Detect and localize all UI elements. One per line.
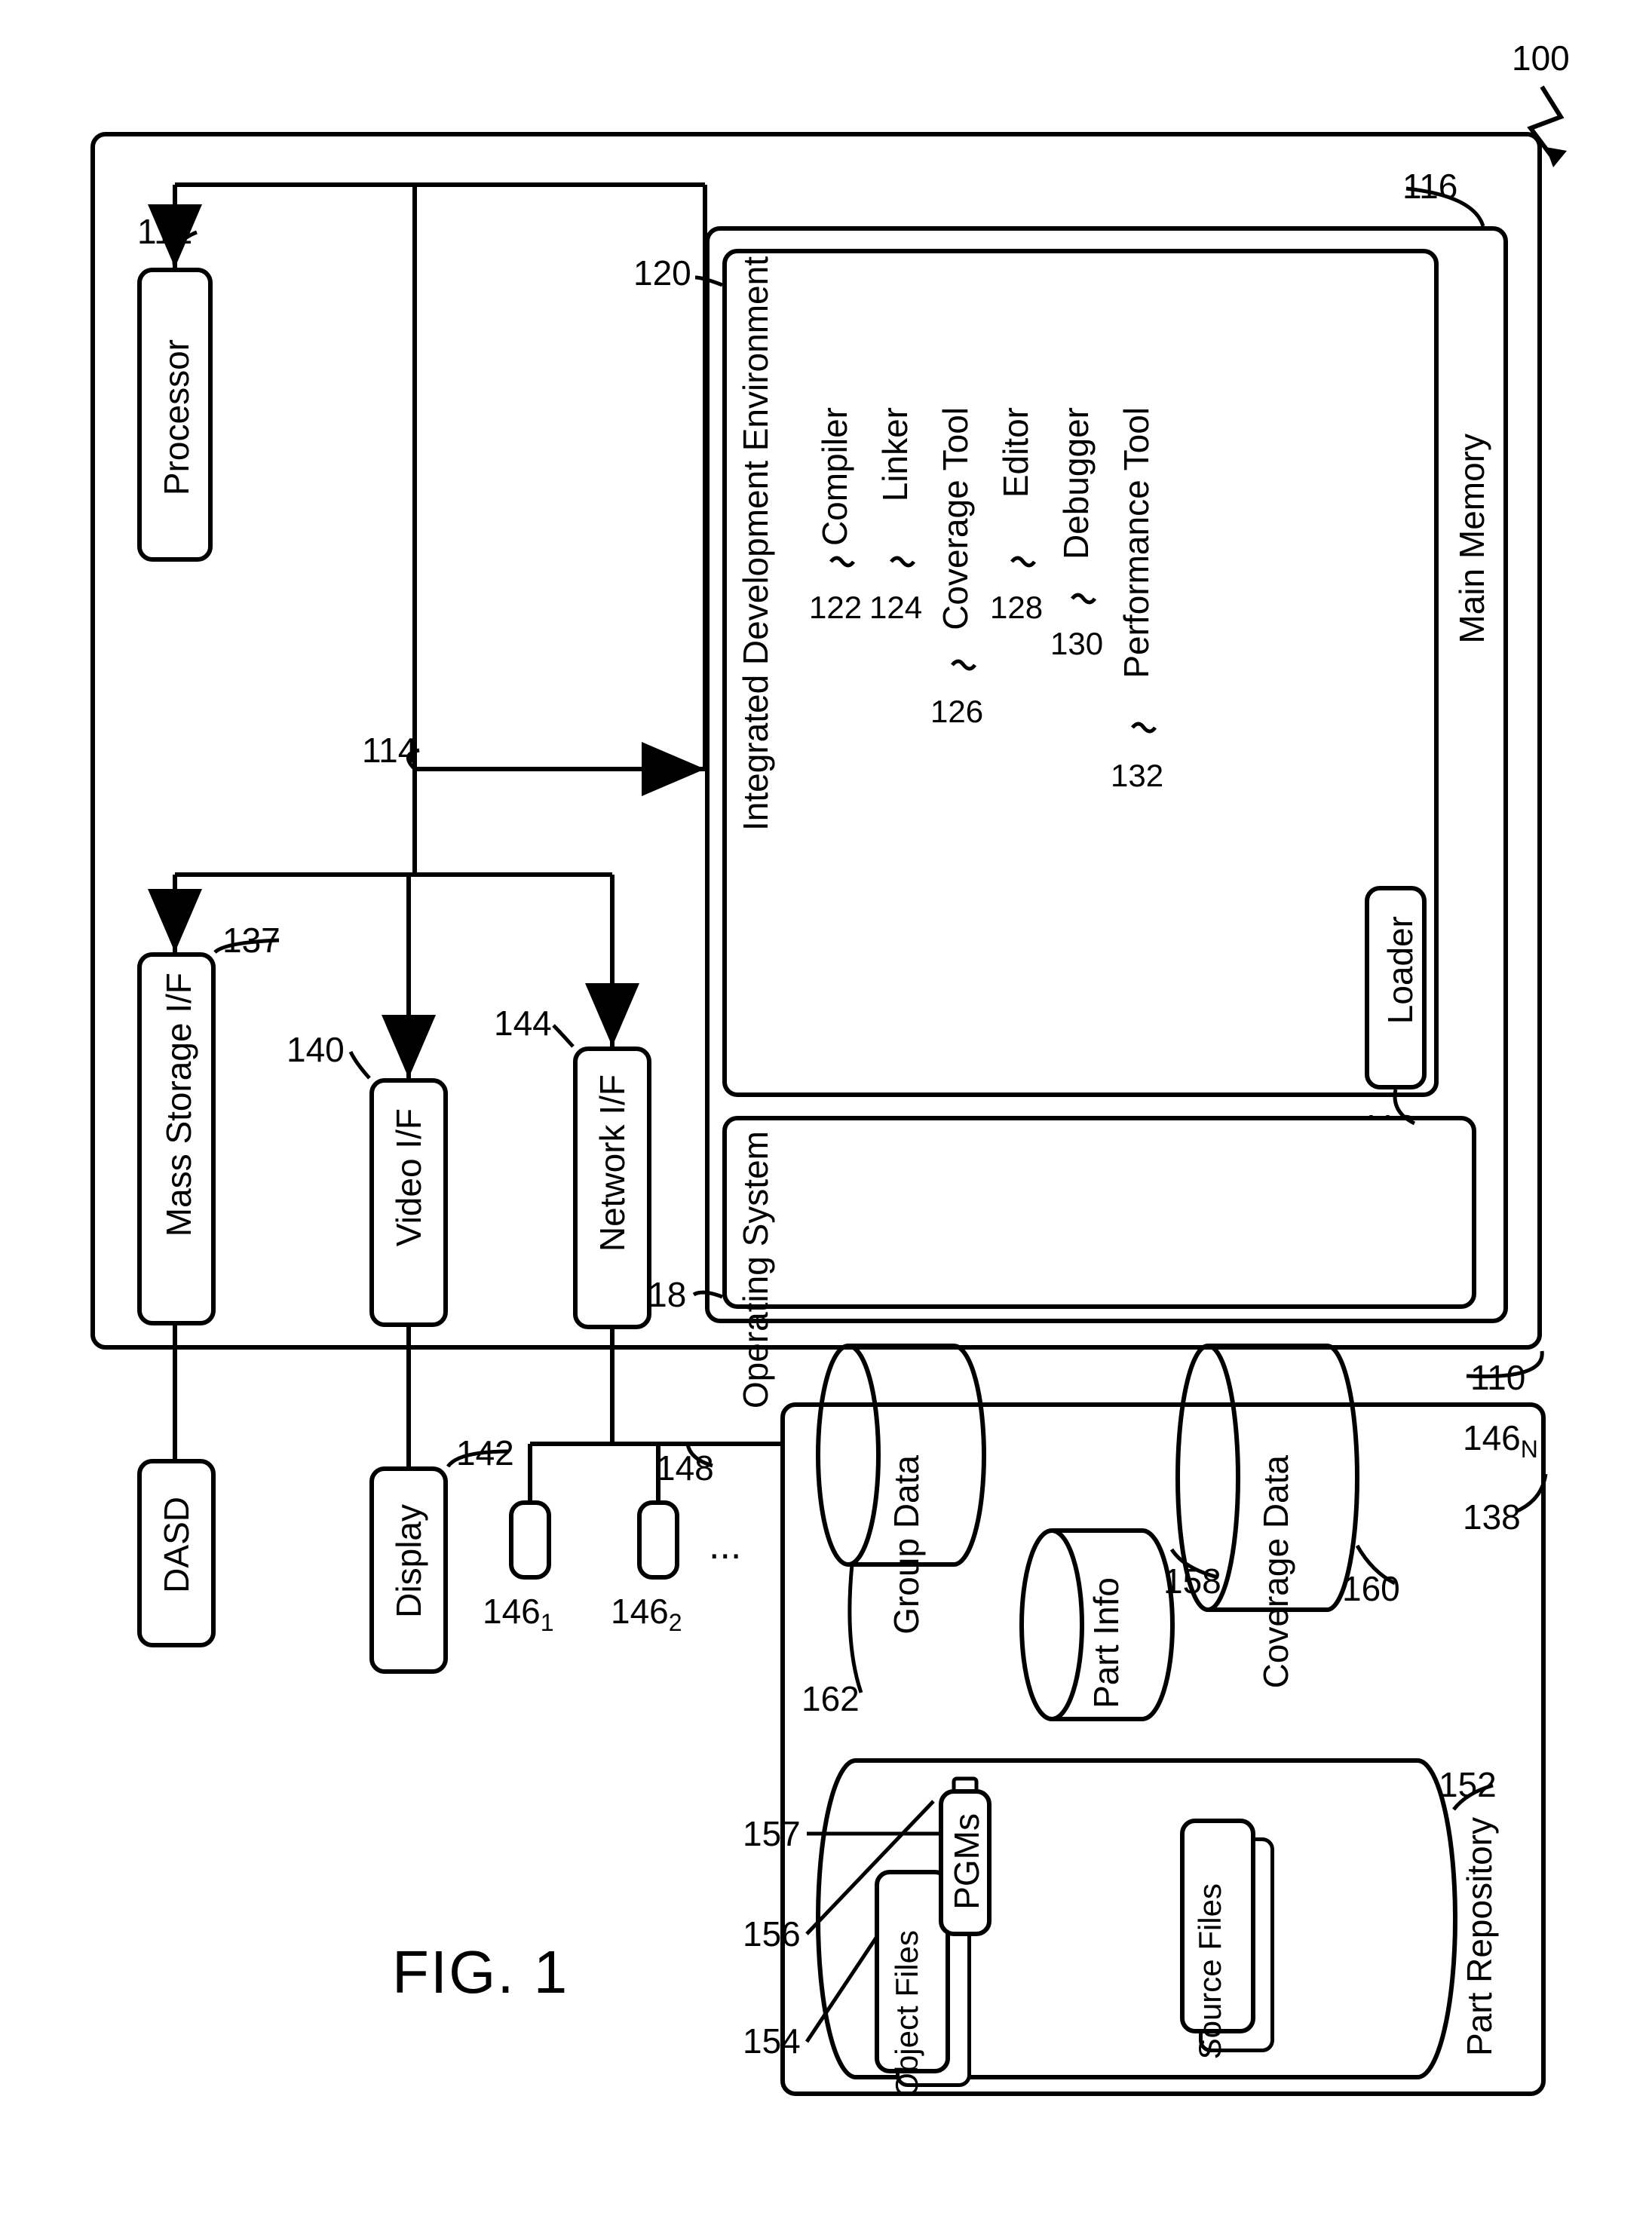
pgms-label: PGMs	[946, 1813, 987, 1910]
object-files-label: Object Files	[892, 1930, 921, 2098]
ref-100: 100	[1512, 38, 1570, 78]
compiler-label: Compiler	[814, 407, 855, 546]
ide-label: Integrated Development Environment	[735, 256, 776, 831]
ref-156: 156	[743, 1914, 801, 1954]
ref-114: 114	[362, 730, 417, 771]
ref-120: 120	[633, 253, 691, 293]
ref-142: 142	[456, 1433, 514, 1473]
ref-138: 138	[1463, 1497, 1521, 1537]
ide-box	[722, 249, 1439, 1097]
figure-label: FIG. 1	[392, 1938, 569, 2007]
ref-112: 112	[137, 211, 192, 252]
ref-144: 144	[494, 1003, 552, 1043]
part-info-label: Part Info	[1086, 1577, 1126, 1708]
diagram-container: 100 110 Processor 112 Main Memory 116 In…	[0, 0, 1652, 2234]
display-label: Display	[388, 1504, 429, 1618]
ref-154: 154	[743, 2021, 801, 2061]
ref-160: 160	[1342, 1568, 1400, 1609]
dasd-label: DASD	[156, 1497, 197, 1593]
performance-tool-label: Performance Tool	[1116, 407, 1157, 679]
ref-152: 152	[1439, 1764, 1497, 1805]
ref-122: 122	[809, 590, 862, 626]
ref-157: 157	[743, 1813, 801, 1854]
network-node-1	[509, 1500, 551, 1580]
video-if-label: Video I/F	[388, 1108, 429, 1246]
os-box	[722, 1116, 1476, 1309]
part-repository-label: Part Repository	[1459, 1817, 1500, 2056]
ref-116: 116	[1402, 166, 1457, 207]
ref-146-n: 146N	[1463, 1417, 1538, 1463]
ref-132: 132	[1111, 758, 1163, 794]
ellipsis: ...	[709, 1523, 741, 1568]
os-label: Operating System	[735, 1131, 776, 1408]
network-if-label: Network I/F	[592, 1074, 633, 1252]
ref-124: 124	[869, 590, 922, 626]
network-node-2	[637, 1500, 679, 1580]
mass-storage-label: Mass Storage I/F	[158, 973, 199, 1237]
editor-label: Editor	[995, 407, 1036, 498]
loader-label: Loader	[1380, 916, 1421, 1024]
ref-146-2: 1462	[611, 1591, 682, 1637]
ref-110: 110	[1470, 1357, 1525, 1398]
coverage-tool-label: Coverage Tool	[935, 407, 976, 630]
ref-162: 162	[801, 1678, 860, 1719]
linker-label: Linker	[875, 407, 915, 501]
ref-128: 128	[990, 590, 1043, 626]
debugger-label: Debugger	[1056, 407, 1096, 559]
ref-126: 126	[930, 694, 983, 730]
main-memory-label: Main Memory	[1451, 434, 1492, 644]
source-files-label: Source Files	[1195, 1883, 1224, 2059]
processor-label: Processor	[156, 339, 197, 495]
group-data-label: Group Data	[886, 1455, 927, 1635]
ref-158: 158	[1163, 1561, 1221, 1601]
ref-140: 140	[287, 1029, 345, 1070]
coverage-data-label: Coverage Data	[1255, 1455, 1296, 1688]
ref-130: 130	[1050, 626, 1103, 662]
ref-137: 137	[222, 920, 280, 961]
ref-148: 148	[656, 1448, 714, 1488]
ref-146-1: 1461	[483, 1591, 554, 1637]
